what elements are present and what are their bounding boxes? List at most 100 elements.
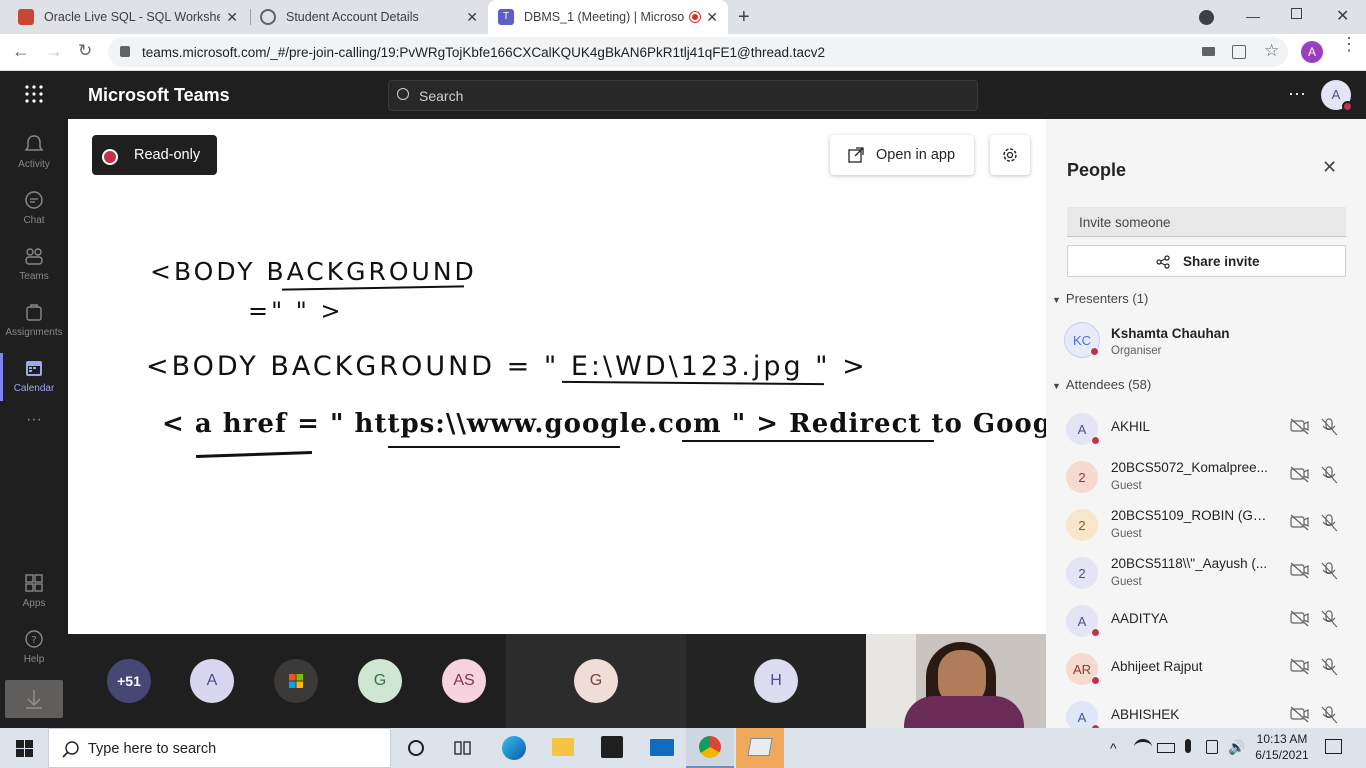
bookmark-star-icon[interactable]: ☆ <box>1264 41 1279 61</box>
chevron-down-icon: ▼ <box>1052 295 1061 305</box>
person-name: AADITYA <box>1111 611 1168 626</box>
notes-app-icon <box>747 738 773 756</box>
participant-tile[interactable] <box>274 659 318 703</box>
task-view-icon[interactable] <box>454 740 472 756</box>
attendee-row[interactable]: A AKHIL <box>1046 403 1366 451</box>
invite-input[interactable]: Invite someone <box>1067 207 1346 237</box>
participant-video-strip: +51 A G AS G H <box>68 634 1046 728</box>
taskbar-search-input[interactable]: Type here to search <box>48 728 391 768</box>
presenter-video-feed[interactable] <box>866 634 1046 728</box>
microphone-icon[interactable] <box>1185 739 1191 753</box>
rail-item-help[interactable]: ? Help <box>0 620 68 676</box>
clock-date: 6/15/2021 <box>1255 748 1309 762</box>
help-icon: ? <box>25 630 43 648</box>
notifications-icon[interactable] <box>1325 739 1342 754</box>
attendees-section-toggle[interactable]: ▼ Attendees (58) <box>1052 377 1151 392</box>
show-hidden-icons-icon[interactable]: ^ <box>1110 740 1117 756</box>
rail-label: Chat <box>23 215 45 226</box>
teams-search-input[interactable]: Search <box>388 80 978 111</box>
presenters-section-toggle[interactable]: ▼ Presenters (1) <box>1052 291 1148 306</box>
close-icon[interactable]: ✕ <box>1322 157 1337 178</box>
rail-item-assignments[interactable]: Assignments <box>0 293 68 349</box>
presenters-header: Presenters (1) <box>1065 291 1149 306</box>
file-explorer-icon[interactable] <box>552 738 574 756</box>
whiteboard-canvas: Read-only Open in app <BODY BACKGROUND =… <box>68 119 1173 634</box>
download-app-button[interactable] <box>5 680 63 718</box>
window-close-icon[interactable]: ✕ <box>1336 6 1349 26</box>
attendee-row[interactable]: A AADITYA <box>1046 595 1366 643</box>
close-icon[interactable]: ✕ <box>226 9 238 26</box>
store-icon[interactable] <box>601 736 623 758</box>
chrome-taskbar-button[interactable] <box>686 728 734 768</box>
read-only-badge: Read-only <box>92 135 217 175</box>
restore-icon[interactable] <box>1291 8 1302 19</box>
tab-title: DBMS_1 (Meeting) | Microso <box>524 10 685 24</box>
cortana-icon[interactable] <box>408 740 424 756</box>
open-external-icon <box>848 147 864 163</box>
more-options-icon[interactable]: ··· <box>1288 83 1306 104</box>
profile-avatar[interactable]: A <box>1301 41 1323 63</box>
attendee-row[interactable]: AR Abhijeet Rajput <box>1046 643 1366 691</box>
browser-tab-student[interactable]: Student Account Details ✕ <box>250 0 488 34</box>
address-bar[interactable]: teams.microsoft.com/_#/pre-join-calling/… <box>108 37 1288 67</box>
minimize-icon[interactable]: — <box>1246 8 1260 24</box>
participant-video-tile[interactable]: G <box>506 634 686 728</box>
forward-icon[interactable]: → <box>45 41 63 62</box>
taskbar-search-placeholder: Type here to search <box>88 741 217 757</box>
active-indicator <box>0 353 3 401</box>
bell-icon <box>24 135 44 151</box>
rail-item-apps[interactable]: Apps <box>0 564 68 620</box>
attendee-row[interactable]: A ABHISHEK <box>1046 691 1366 728</box>
app-title: Microsoft Teams <box>88 85 230 105</box>
participant-tile[interactable]: G <box>358 659 402 703</box>
clock-time: 10:13 AM <box>1256 732 1308 746</box>
presenter-row[interactable]: KC Kshamta Chauhan Organiser <box>1046 316 1366 364</box>
reload-icon[interactable]: ↻ <box>78 41 92 61</box>
teams-people-icon <box>25 248 43 265</box>
camera-icon[interactable] <box>1202 47 1215 56</box>
clock[interactable]: 10:13 AM 6/15/2021 <box>1250 731 1314 763</box>
whiteboard-taskbar-button[interactable] <box>736 728 784 768</box>
participant-tile[interactable]: AS <box>442 659 486 703</box>
new-tab-button[interactable]: + <box>738 6 750 29</box>
rail-item-activity[interactable]: Activity <box>0 125 68 181</box>
attendee-row[interactable]: 2 20BCS5118\\"_Aayush (... Guest <box>1046 547 1366 595</box>
teams-left-rail: Activity Chat Teams Assignments Calendar… <box>0 119 68 728</box>
translate-icon[interactable] <box>1232 45 1246 59</box>
attendee-media-icons <box>1290 658 1338 676</box>
windows-taskbar: Type here to search ^ 🔊 10:13 AM 6/15/20… <box>0 728 1366 768</box>
battery-icon[interactable] <box>1157 743 1175 753</box>
mail-icon[interactable] <box>650 739 674 756</box>
camera-in-use-icon[interactable] <box>1206 740 1218 754</box>
chrome-menu-icon[interactable]: ⋮ <box>1340 35 1358 53</box>
attendee-row[interactable]: 2 20BCS5109_ROBIN (Gu... Guest <box>1046 499 1366 547</box>
back-icon[interactable]: ← <box>12 41 30 62</box>
share-invite-button[interactable]: Share invite <box>1067 245 1346 277</box>
edge-icon[interactable] <box>502 736 526 760</box>
person-role: Guest <box>1111 576 1142 588</box>
network-icon[interactable] <box>1134 739 1152 755</box>
rail-item-chat[interactable]: Chat <box>0 181 68 237</box>
rail-item-calendar[interactable]: Calendar <box>0 349 68 405</box>
rail-more-icon[interactable]: ··· <box>0 411 68 467</box>
browser-tab-oracle[interactable]: Oracle Live SQL - SQL Worksheet ✕ <box>8 0 248 34</box>
attendee-media-icons <box>1290 466 1338 484</box>
app-launcher-icon[interactable] <box>24 84 44 104</box>
volume-icon[interactable]: 🔊 <box>1228 739 1245 756</box>
close-icon[interactable]: ✕ <box>706 9 718 26</box>
participant-video-tile[interactable]: H <box>686 634 866 728</box>
overflow-participants-button[interactable]: +51 <box>107 659 151 703</box>
assignments-icon <box>26 304 42 321</box>
attendee-row[interactable]: 2 20BCS5072_Komalpree... Guest <box>1046 451 1366 499</box>
attendee-media-icons <box>1290 418 1338 436</box>
rail-item-teams[interactable]: Teams <box>0 237 68 293</box>
person-name: 20BCS5109_ROBIN (Gu... <box>1111 508 1271 523</box>
browser-tab-teams[interactable]: T DBMS_1 (Meeting) | Microso ✕ <box>488 0 728 34</box>
tab-search-icon[interactable] <box>1199 10 1214 25</box>
open-in-app-button[interactable]: Open in app <box>830 135 974 175</box>
status-dot <box>1091 436 1100 445</box>
windows-start-icon[interactable] <box>16 740 33 757</box>
settings-button[interactable] <box>990 135 1030 175</box>
close-icon[interactable]: ✕ <box>466 9 478 26</box>
participant-tile[interactable]: A <box>190 659 234 703</box>
